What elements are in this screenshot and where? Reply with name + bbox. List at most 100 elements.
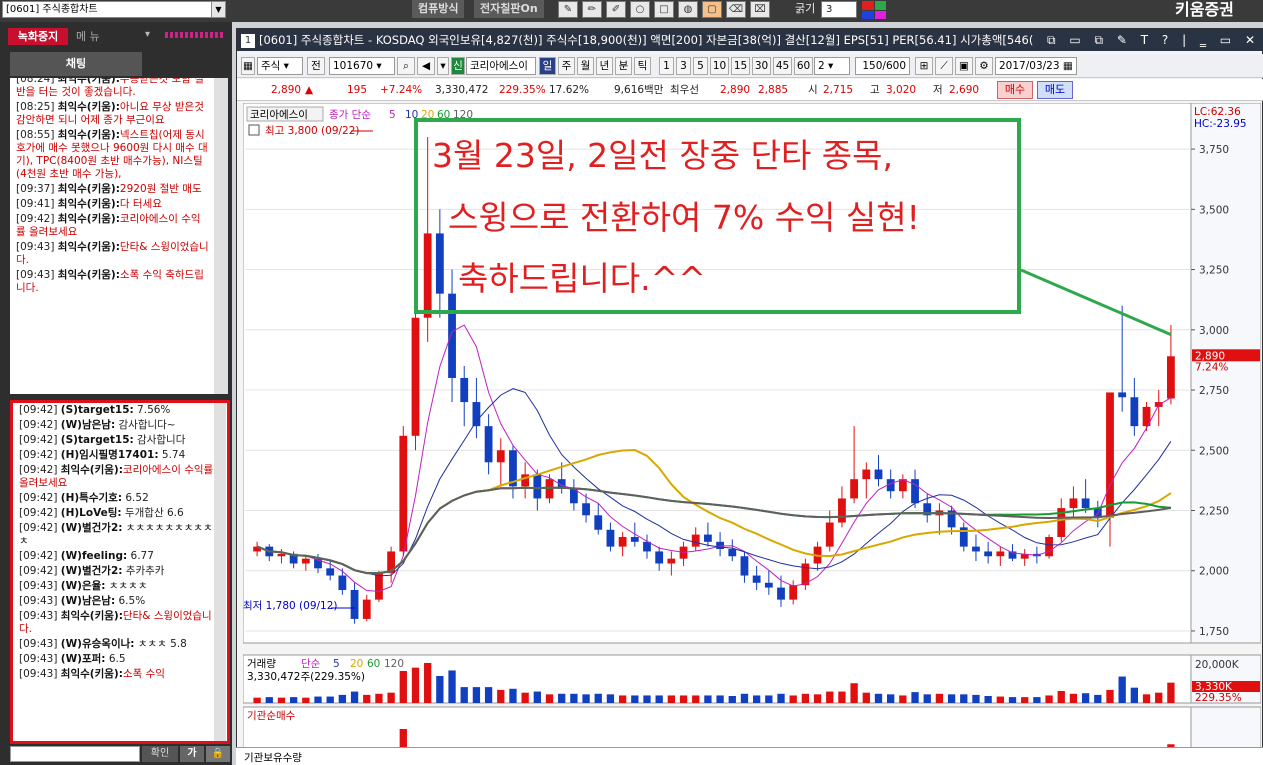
e-board-button[interactable]: 전자칠판On: [474, 0, 544, 18]
interval-button[interactable]: 15: [731, 57, 750, 75]
volume-bar: [887, 694, 895, 703]
candle: [350, 589, 359, 619]
chat-nick: (W)남은남:: [60, 595, 116, 607]
chat-text: 소폭 수익: [122, 668, 165, 680]
eraser-icon[interactable]: ⌫: [726, 1, 746, 18]
chat-input[interactable]: [10, 746, 140, 762]
date-field[interactable]: 2017/03/23 ▦: [995, 57, 1077, 75]
chat-time: [09:42]: [19, 565, 58, 577]
quote-volume: 3,330,472: [435, 84, 489, 96]
interval-button[interactable]: 30: [752, 57, 771, 75]
chat-message: [09:42] 최익수(키움):코리아에스이 수익률 올려보세요: [13, 463, 227, 491]
period-button[interactable]: 틱: [634, 57, 651, 75]
interval-button[interactable]: 60: [794, 57, 813, 75]
color-green[interactable]: [874, 1, 886, 10]
window-controls[interactable]: ⧉ ▭ ⧉ ✎ T ? | ‗ ▭ ✕: [1047, 29, 1260, 51]
record-stop-button[interactable]: 녹화중지: [8, 28, 68, 45]
gear-icon[interactable]: ⚙: [975, 57, 993, 75]
interval-button[interactable]: 45: [773, 57, 792, 75]
period-button[interactable]: 일: [539, 57, 556, 75]
quote-ask: 2,890: [720, 84, 751, 96]
candle: [362, 599, 371, 619]
period-button[interactable]: 월: [577, 57, 594, 75]
volume-bar: [643, 695, 651, 703]
volume-bar: [947, 694, 956, 703]
volume-bar: [679, 695, 688, 703]
chat-time: [09:42]: [19, 419, 58, 431]
chat-text: 6.5%: [115, 595, 146, 607]
interval-button[interactable]: 1: [659, 57, 674, 75]
count-field[interactable]: 150/600: [855, 57, 910, 75]
thickness-spinner[interactable]: 3: [821, 1, 857, 18]
buy-button[interactable]: 매수: [997, 81, 1033, 99]
computer-mode-button[interactable]: 컴퓨방식: [412, 0, 465, 18]
volume-bar: [752, 695, 761, 703]
candle: [996, 551, 1005, 557]
volume-bar: [460, 687, 468, 703]
font-button[interactable]: 가: [180, 746, 204, 762]
menu-tab[interactable]: 메 뉴: [76, 28, 116, 45]
asset-type-value: 주식: [261, 60, 281, 72]
lock-icon[interactable]: 🔒: [206, 746, 230, 762]
quote-bid: 2,885: [758, 84, 789, 96]
color-red[interactable]: [862, 1, 874, 10]
rectangle-icon[interactable]: □: [654, 1, 674, 18]
save-icon[interactable]: ▣: [955, 57, 973, 75]
period-button[interactable]: 년: [596, 57, 613, 75]
quote-broker: 최우선: [670, 84, 699, 96]
volume-bar: [631, 695, 639, 703]
lc-label: LC:62.36: [1194, 106, 1241, 118]
chat-message: [08:24] 최익수(키움):무증받은것 포함 절반을 터는 것이 좋겠습니다…: [10, 78, 214, 100]
speaker-icon[interactable]: ◀: [417, 57, 435, 75]
color-magenta[interactable]: [874, 10, 886, 19]
stock-code-value: 101670: [333, 60, 374, 72]
volume-bar: [484, 687, 493, 703]
pen-icon[interactable]: ✎: [558, 1, 578, 18]
volume-bar: [314, 696, 322, 703]
candle: [326, 568, 335, 576]
sell-button[interactable]: 매도: [1037, 81, 1073, 99]
screen-select-value: [0601] 주식종합차트: [6, 4, 98, 15]
grid-icon[interactable]: ▦: [241, 57, 255, 75]
all-button[interactable]: 전: [307, 57, 325, 75]
chat-confirm-button[interactable]: 확인: [142, 746, 178, 762]
circle-icon[interactable]: ○: [630, 1, 650, 18]
screen-select[interactable]: [0601] 주식종합차트 ▼: [2, 1, 226, 18]
pencil-icon[interactable]: ✏: [582, 1, 602, 18]
chat-time: [09:42]: [19, 434, 58, 446]
chat-tab[interactable]: 채팅: [10, 52, 142, 76]
interval-button[interactable]: 5: [693, 57, 708, 75]
stock-name-field[interactable]: 코리아에스이: [466, 57, 536, 75]
stock-code-input[interactable]: 101670 ▾: [329, 57, 395, 75]
color-palette[interactable]: [862, 1, 886, 19]
volume-bar: [996, 696, 1004, 703]
quote-volume-pct: 229.35%: [499, 84, 546, 96]
unit-select[interactable]: 2 ▾: [814, 57, 850, 75]
candle: [825, 522, 834, 547]
highlight-icon[interactable]: ▢: [702, 1, 722, 18]
chevron-down-icon[interactable]: ▼: [211, 2, 225, 17]
chat-bottom-scrollbar[interactable]: [214, 403, 226, 741]
marker-icon[interactable]: ✐: [606, 1, 626, 18]
color-blue[interactable]: [862, 10, 874, 19]
search-icon[interactable]: ⌕: [397, 57, 415, 75]
interval-button[interactable]: 3: [676, 57, 691, 75]
filled-circle-icon[interactable]: ◍: [678, 1, 698, 18]
volume-bar: [375, 693, 383, 703]
chat-top-scrollbar[interactable]: [214, 78, 228, 394]
volume-bar: [960, 694, 968, 703]
prev-icon[interactable]: ▾: [437, 57, 449, 75]
period-button[interactable]: 분: [615, 57, 632, 75]
eraser-all-icon[interactable]: ⌧: [750, 1, 770, 18]
period-button[interactable]: 주: [558, 57, 575, 75]
chart-window-titlebar: 1 [0601] 주식종합차트 - KOSDAQ 외국인보유[4,827(천)] …: [237, 29, 1263, 51]
chat-nick: 최익수(키움):: [57, 183, 120, 195]
line-tool-icon[interactable]: ⟋: [935, 57, 953, 75]
volume-bar: [618, 695, 627, 703]
plus-icon[interactable]: ⊞: [915, 57, 933, 75]
chat-message: [09:42] (W)feeling: 6.77: [13, 549, 227, 564]
asset-type-select[interactable]: 주식 ▾: [257, 57, 303, 75]
volume-bar: [728, 696, 736, 703]
candle: [691, 534, 700, 547]
interval-button[interactable]: 10: [710, 57, 729, 75]
